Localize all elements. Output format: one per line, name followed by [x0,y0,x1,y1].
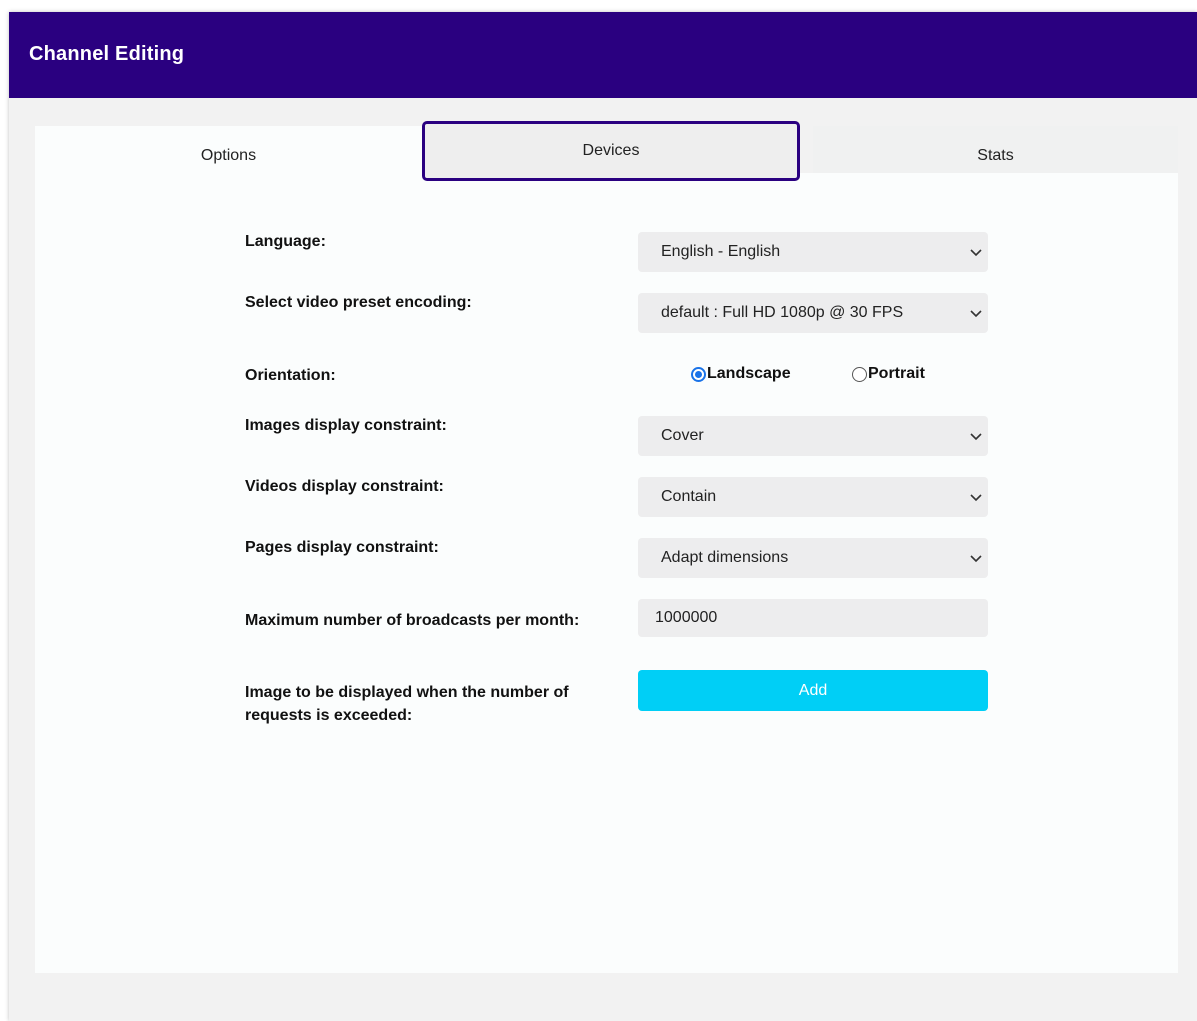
language-select[interactable]: English - English [638,232,988,272]
chevron-down-icon [970,249,982,257]
exceeded-image-label-line1: Image to be displayed when the number of [245,684,569,701]
images-constraint-label: Images display constraint: [245,417,447,434]
videos-constraint-select[interactable]: Contain [638,477,988,517]
chevron-down-icon [970,433,982,441]
radio-portrait-button[interactable] [852,366,867,382]
pages-constraint-select[interactable]: Adapt dimensions [638,538,988,578]
preset-label: Select video preset encoding: [245,294,472,311]
preset-select[interactable]: default : Full HD 1080p @ 30 FPS [638,293,988,333]
orientation-label: Orientation: [245,367,336,384]
radio-portrait-label: Portrait [868,365,925,382]
videos-constraint-value: Contain [661,488,717,505]
add-image-button[interactable]: Add [638,670,988,711]
radio-landscape-button[interactable] [691,366,706,382]
chevron-down-icon [970,555,982,563]
radio-portrait[interactable]: Portrait [852,363,925,385]
language-label: Language: [245,233,326,250]
radio-landscape-label: Landscape [707,365,791,382]
preset-select-value: default : Full HD 1080p @ 30 FPS [661,304,904,321]
exceeded-image-label: Image to be displayed when the number of… [245,681,569,727]
exceeded-image-label-line2: requests is exceeded: [245,707,413,724]
page-title: Channel Editing [29,43,185,65]
videos-constraint-label: Videos display constraint: [245,478,444,495]
chevron-down-icon [970,494,982,502]
pages-constraint-label: Pages display constraint: [245,539,439,556]
images-constraint-select[interactable]: Cover [638,416,988,456]
max-broadcasts-label: Maximum number of broadcasts per month: [245,612,580,629]
max-broadcasts-input[interactable] [638,599,988,637]
devices-panel: Language: English - English Select video… [35,173,1178,973]
images-constraint-value: Cover [661,427,704,444]
language-select-value: English - English [661,243,781,260]
tab-devices[interactable]: Devices [422,121,800,181]
channel-editing-window: Channel Editing Options Stats Language: … [9,12,1197,1021]
chevron-down-icon [970,310,982,318]
radio-landscape[interactable]: Landscape [691,363,791,385]
pages-constraint-value: Adapt dimensions [661,549,789,566]
header-bar: Channel Editing [9,12,1197,98]
